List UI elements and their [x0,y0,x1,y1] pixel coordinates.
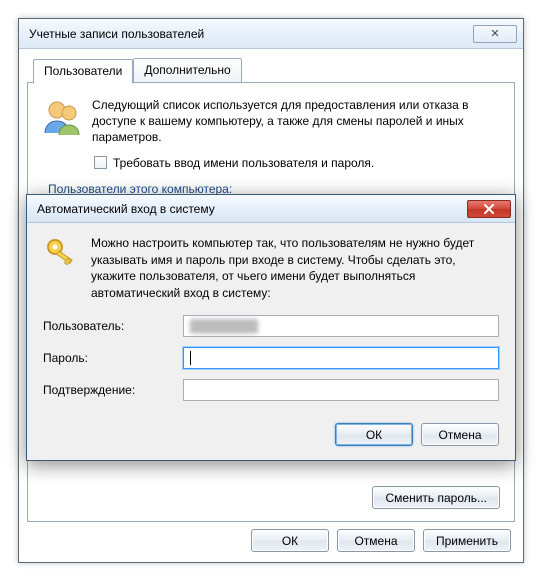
tab-users[interactable]: Пользователи [33,59,133,84]
modal-close-button[interactable] [467,200,511,218]
user-row: Пользователь: ████████ [43,315,499,337]
tabstrip: Пользователи Дополнительно [33,57,515,82]
modal-cancel-button[interactable]: Отмена [421,423,499,446]
tab-label: Дополнительно [144,63,230,77]
modal-intro-row: Можно настроить компьютер так, что польз… [43,235,499,301]
auto-logon-form: Пользователь: ████████ Пароль: Подтвержд… [43,315,499,401]
auto-logon-dialog: Автоматический вход в систему Можно наст… [26,194,516,461]
parent-cancel-button[interactable]: Отмена [337,529,415,552]
button-label: Сменить пароль... [385,491,487,505]
user-field[interactable]: ████████ [183,315,499,337]
close-icon: ✕ [490,27,499,40]
modal-titlebar: Автоматический вход в систему [27,195,515,223]
password-row: Пароль: [43,347,499,369]
parent-footer: ОК Отмена Применить [251,529,511,552]
password-field[interactable] [183,347,499,369]
button-label: ОК [366,428,382,442]
change-password-button[interactable]: Сменить пароль... [372,486,500,509]
button-label: Отмена [438,428,481,442]
require-login-label: Требовать ввод имени пользователя и паро… [113,156,374,170]
modal-ok-button[interactable]: ОК [335,423,413,446]
parent-titlebar: Учетные записи пользователей ✕ [19,19,523,49]
confirm-row: Подтверждение: [43,379,499,401]
user-label: Пользователь: [43,319,183,333]
users-icon [42,97,82,137]
close-icon [483,204,495,214]
parent-window-title: Учетные записи пользователей [29,27,473,41]
tab-label: Пользователи [44,64,122,78]
parent-close-button[interactable]: ✕ [473,25,517,43]
intro-text: Следующий список используется для предос… [92,97,500,146]
intro-row: Следующий список используется для предос… [42,97,500,146]
modal-intro-text: Можно настроить компьютер так, что польз… [91,235,499,301]
tab-advanced[interactable]: Дополнительно [133,58,241,83]
button-label: Отмена [354,534,397,548]
keys-icon [43,235,79,271]
parent-apply-button[interactable]: Применить [423,529,511,552]
password-label: Пароль: [43,351,183,365]
modal-title: Автоматический вход в систему [37,202,467,216]
modal-body: Можно настроить компьютер так, что польз… [27,223,515,417]
modal-footer: ОК Отмена [27,417,515,460]
confirm-label: Подтверждение: [43,383,183,397]
parent-ok-button[interactable]: ОК [251,529,329,552]
button-label: Применить [436,534,498,548]
confirm-field[interactable] [183,379,499,401]
require-login-checkbox[interactable] [94,156,107,169]
user-value-redacted: ████████ [190,319,258,333]
require-login-row[interactable]: Требовать ввод имени пользователя и паро… [42,156,500,170]
button-label: ОК [282,534,298,548]
text-caret [190,351,191,365]
